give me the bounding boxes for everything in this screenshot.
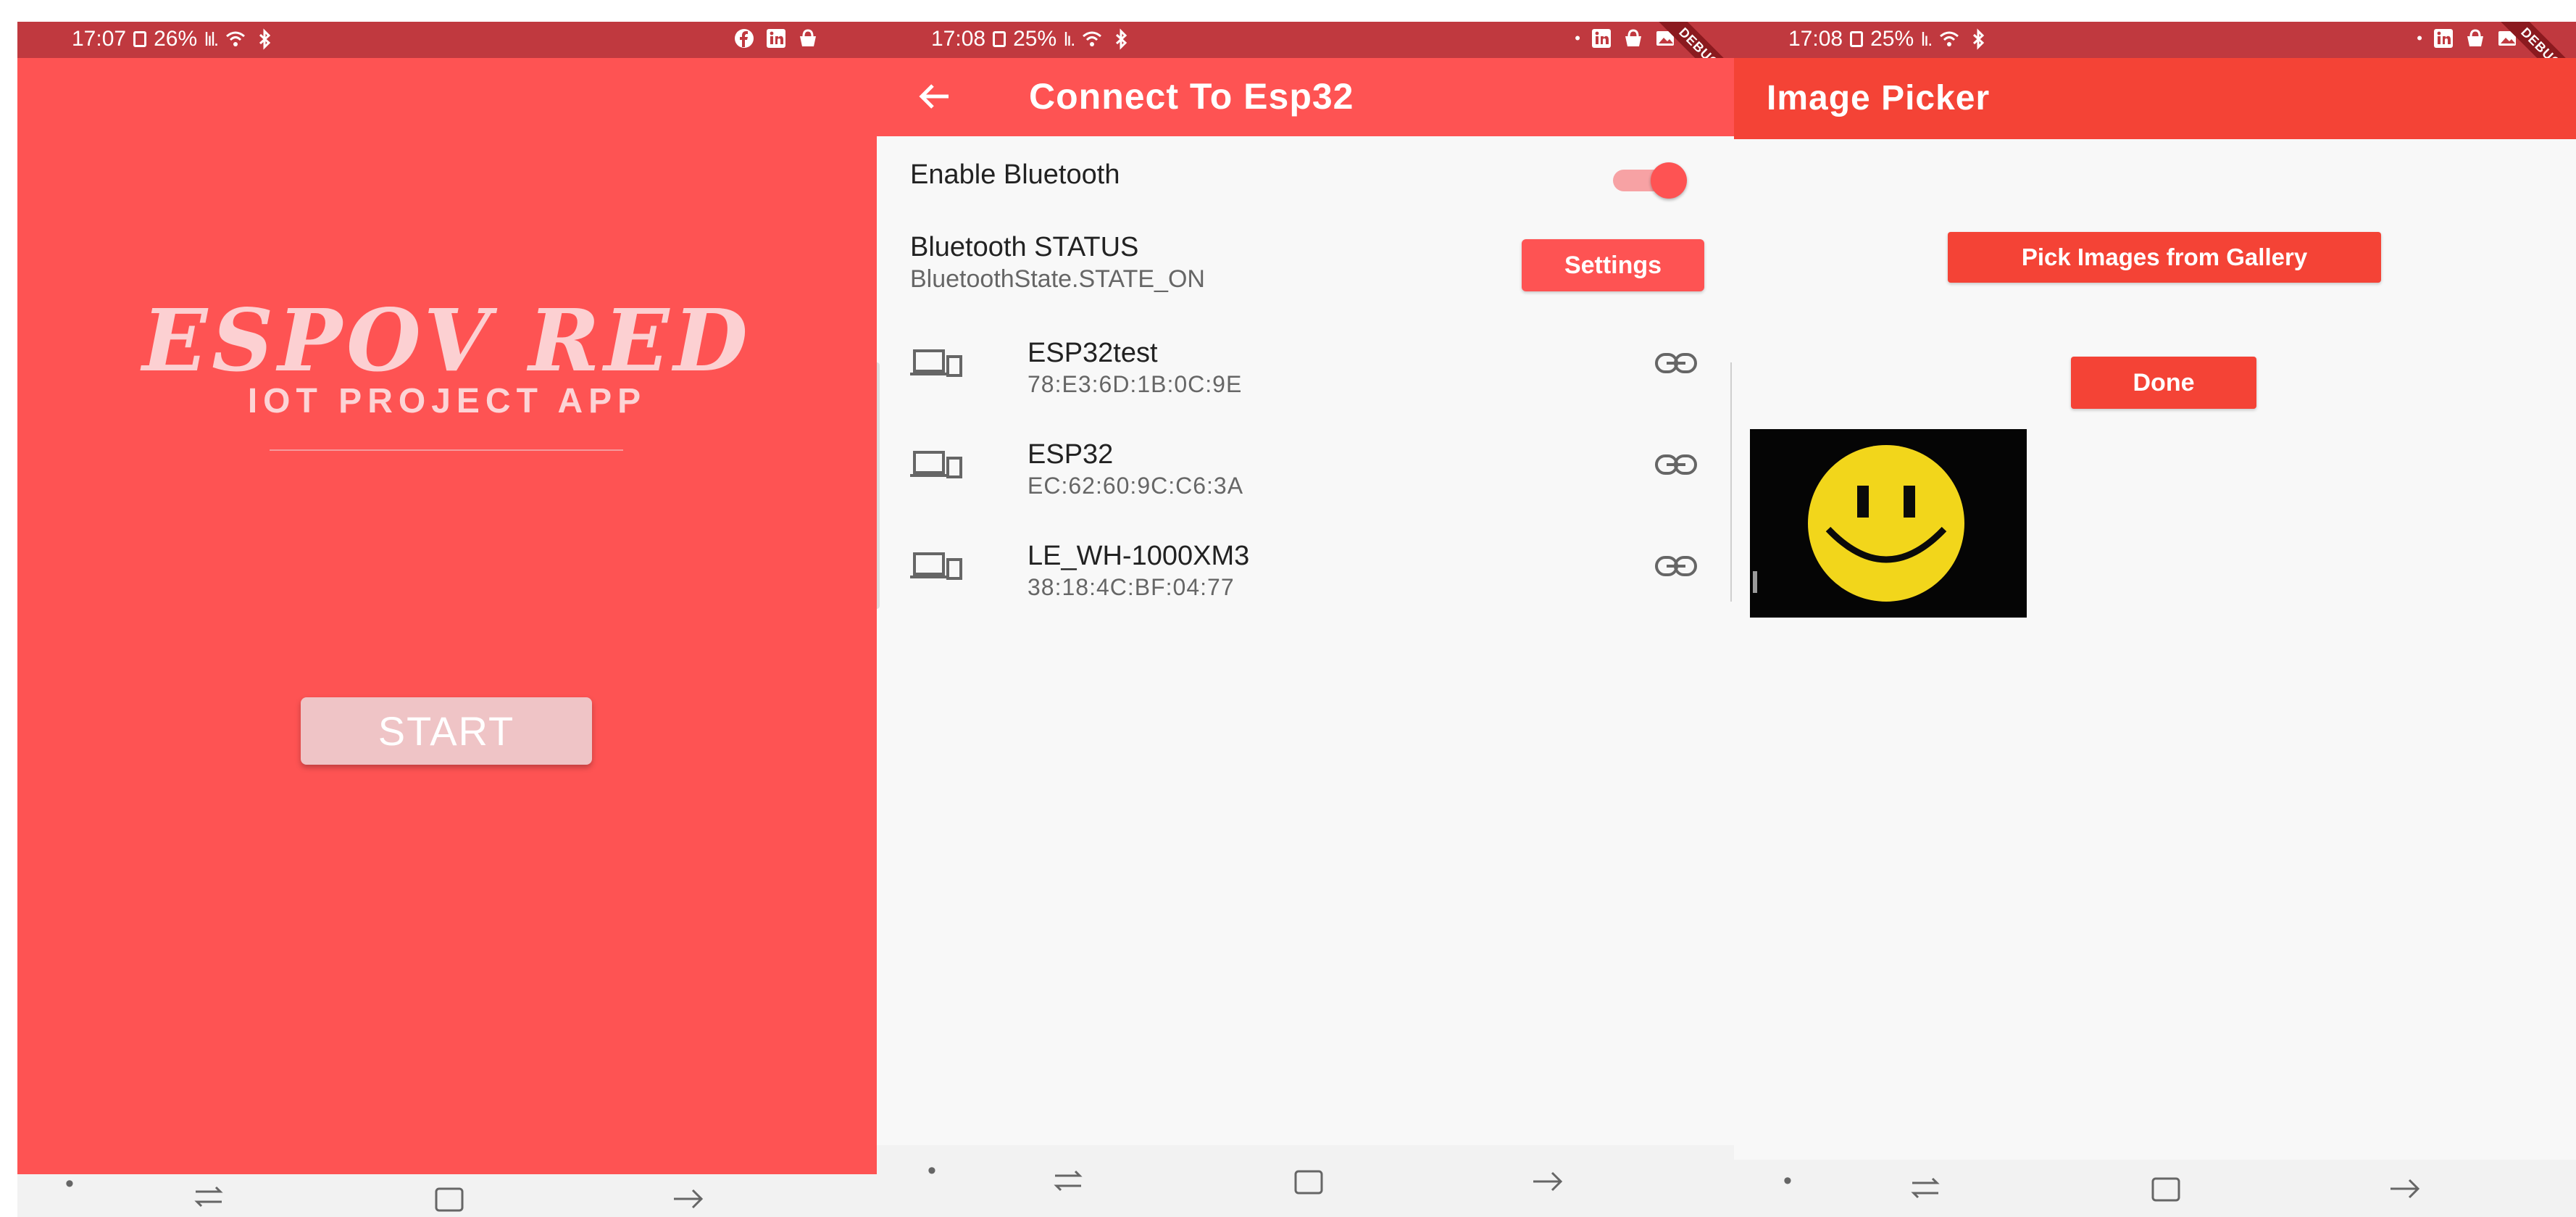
device-row[interactable]: ESP32test 78:E3:6D:1B:0C:9E [877,338,1734,418]
link-icon[interactable] [1654,554,1698,578]
link-icon[interactable] [1654,351,1698,375]
device-row[interactable]: LE_WH-1000XM3 38:18:4C:BF:04:77 [877,541,1734,620]
dot-icon[interactable]: • [928,1157,936,1185]
bluetooth-icon [1116,28,1127,50]
recents-icon[interactable] [1051,1167,1085,1196]
done-button[interactable]: Done [2071,357,2256,409]
brand-subtitle: IOT PROJECT APP [247,382,647,420]
bluetooth-toggle[interactable] [1609,159,1688,200]
status-left: 17:08 25% lı. [1788,27,1989,51]
linkedin-icon [767,29,785,48]
dot-icon: • [2417,29,2422,47]
image-picker-screen: 17:08 25% lı. • DEBUG Image Picker Pick … [1734,22,2576,1217]
devices-icon [910,349,962,377]
recents-icon[interactable] [1908,1174,1943,1203]
battery-icon [993,31,1006,47]
status-left: 17:07 26% lıl. [72,27,275,51]
status-right [733,28,819,49]
bluetooth-status-title: Bluetooth STATUS [910,232,1139,262]
status-battery: 25% [1013,27,1057,51]
app-bar: Connect To Esp32 [877,58,1734,136]
system-nav-bar: • [877,1145,1734,1217]
splash-screen: 17:07 26% lıl. ESPOV RED IOT PROJECT APP… [17,22,877,1217]
wifi-icon [1083,31,1102,46]
link-icon[interactable] [1654,452,1698,477]
device-row[interactable]: ESP32 EC:62:60:9C:C6:3A [877,439,1734,519]
device-name: LE_WH-1000XM3 [1028,541,1250,571]
shop-icon [800,29,816,46]
pick-images-button[interactable]: Pick Images from Gallery [1948,232,2381,283]
back-arrow-icon[interactable] [917,78,953,115]
recents-icon[interactable] [191,1183,226,1212]
devices-icon [910,451,962,478]
connect-screen: 17:08 25% lı. • DEBUG Connect To Esp32 E… [877,22,1734,1217]
device-address: 38:18:4C:BF:04:77 [1028,574,1235,600]
start-button[interactable]: START [301,697,592,765]
facebook-icon [735,29,754,48]
wifi-icon [1940,31,1959,46]
screenshot-collage: 17:07 26% lıl. ESPOV RED IOT PROJECT APP… [0,0,2576,1217]
wifi-icon [226,31,246,46]
signal-icon: lı. [1064,28,1075,50]
linkedin-icon [1592,29,1611,48]
home-icon[interactable] [432,1184,467,1213]
status-time: 17:07 [72,27,127,51]
system-nav-bar: • [1734,1160,2576,1217]
signal-icon: lıl. [204,28,219,50]
home-icon[interactable] [1291,1167,1326,1196]
toggle-thumb [1651,162,1687,199]
bluetooth-icon [259,28,271,50]
status-left: 17:08 25% lı. [931,27,1132,51]
status-bar: 17:08 25% lı. • [1734,22,2576,58]
dot-icon: • [1575,29,1580,47]
device-address: 78:E3:6D:1B:0C:9E [1028,371,1243,397]
home-icon[interactable] [2148,1174,2183,1203]
linkedin-icon [2434,29,2453,48]
device-name: ESP32test [1028,338,1158,368]
back-icon[interactable] [1530,1167,1565,1196]
system-nav-bar: • [17,1170,877,1217]
status-battery: 26% [154,27,198,51]
enable-bluetooth-label: Enable Bluetooth [910,159,1120,190]
back-icon[interactable] [2388,1174,2422,1203]
brand-title: ESPOV RED [142,290,752,391]
device-name: ESP32 [1028,439,1114,470]
battery-icon [133,31,147,47]
shop-icon [1625,29,1641,46]
battery-icon [1850,31,1864,47]
status-time: 17:08 [1788,27,1843,51]
picked-image-thumbnail[interactable] [1750,429,2027,618]
devices-icon [910,552,962,580]
device-address: EC:62:60:9C:C6:3A [1028,473,1244,499]
status-battery: 25% [1870,27,1914,51]
back-icon[interactable] [671,1184,706,1213]
bluetooth-icon [1973,28,1985,50]
status-bar: 17:07 26% lıl. [17,22,877,58]
page-title: Connect To Esp32 [1029,76,1354,117]
divider [270,449,623,451]
shop-icon [2467,29,2483,46]
settings-button[interactable]: Settings [1522,239,1704,291]
status-time: 17:08 [931,27,986,51]
signal-icon: lı. [1921,28,1933,50]
status-right: • [2417,28,2518,49]
page-title: Image Picker [1767,79,1991,117]
dot-icon[interactable]: • [65,1170,74,1198]
smiley-face-image [1750,429,2027,618]
status-right: • [1575,28,1676,49]
app-bar: Image Picker [1734,58,2576,139]
status-bar: 17:08 25% lı. • [877,22,1734,58]
dot-icon[interactable]: • [1783,1167,1792,1195]
bluetooth-status-value: BluetoothState.STATE_ON [910,265,1205,293]
